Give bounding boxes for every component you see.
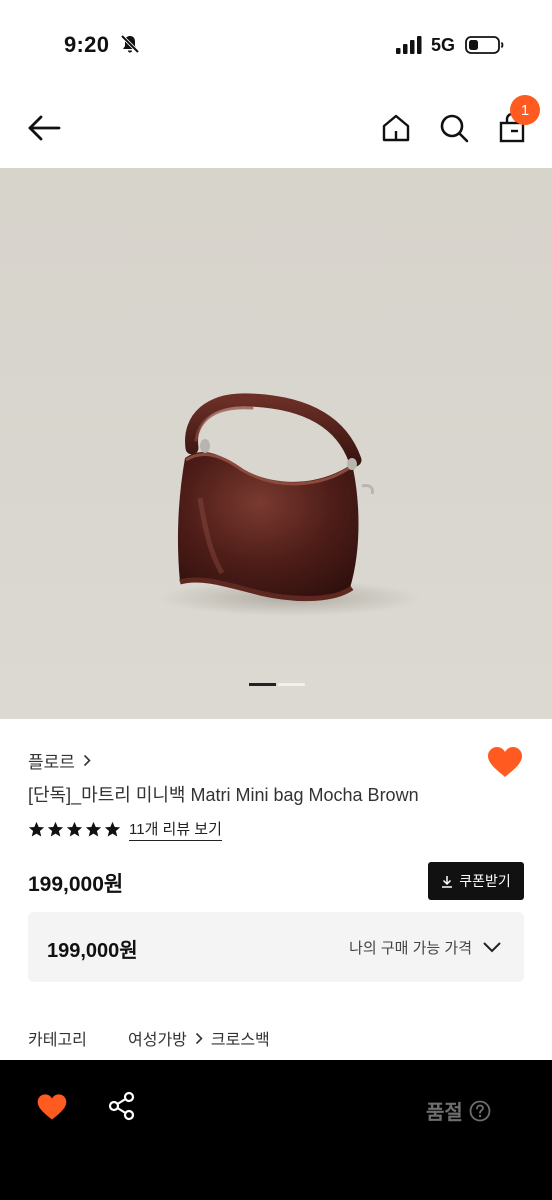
soldout-text: 품절	[426, 1102, 463, 1124]
home-icon	[382, 114, 410, 142]
product-title: [단독]_마트리 미니백 Matri Mini bag Mocha Brown	[28, 785, 419, 805]
cart-count-badge: 1	[510, 95, 540, 125]
star-icon	[104, 821, 121, 837]
heart-icon	[37, 1094, 67, 1120]
brand-name: 플로르	[28, 753, 75, 772]
coupon-button[interactable]: 쿠폰받기	[428, 862, 524, 900]
soldout-status[interactable]: 품절	[426, 1096, 491, 1125]
status-bar: 9:20 5G	[0, 0, 552, 90]
chevron-down-icon	[483, 942, 501, 953]
star-icon	[47, 821, 64, 837]
signal-icon	[396, 36, 422, 54]
bottom-wishlist-button[interactable]	[36, 1092, 68, 1122]
share-button[interactable]	[106, 1090, 138, 1122]
back-button[interactable]	[22, 106, 66, 150]
help-circle-icon	[469, 1100, 491, 1121]
category-link-level1[interactable]: 여성가방	[128, 1026, 187, 1050]
coupon-button-label: 쿠폰받기	[459, 873, 511, 889]
category-label: 카테고리	[28, 1032, 87, 1049]
star-icon	[66, 821, 83, 837]
search-icon	[440, 114, 469, 143]
battery-icon	[465, 35, 505, 55]
star-rating	[28, 821, 121, 838]
star-icon	[85, 821, 102, 837]
network-label: 5G	[431, 35, 456, 55]
home-button[interactable]	[374, 106, 418, 150]
my-price-box[interactable]: 199,000원 나의 구매 가능 가격	[28, 912, 524, 982]
product-price: 199,000원	[28, 873, 124, 896]
product-image-carousel[interactable]	[0, 168, 552, 719]
top-navigation	[0, 90, 552, 168]
search-button[interactable]	[432, 106, 476, 150]
my-price-label: 나의 구매 가능 가격	[349, 940, 472, 957]
back-arrow-icon	[28, 115, 61, 141]
product-image	[160, 393, 420, 616]
review-link[interactable]: 11개 리뷰 보기	[129, 818, 222, 841]
carousel-indicator	[249, 683, 305, 686]
my-price-value: 199,000원	[47, 940, 138, 962]
bell-slash-icon	[119, 33, 141, 55]
download-icon	[442, 875, 453, 888]
chevron-right-icon	[83, 754, 91, 767]
bottom-action-bar: 품절	[0, 1060, 552, 1200]
chevron-right-icon	[195, 1032, 203, 1045]
share-icon	[108, 1091, 135, 1121]
carousel-dot-active	[249, 683, 276, 686]
category-row: 카테고리 여성가방 크로스백	[28, 1026, 270, 1050]
brand-link[interactable]: 플로르	[28, 748, 91, 773]
carousel-dot	[278, 683, 305, 686]
star-icon	[28, 821, 45, 837]
category-link-level2[interactable]: 크로스백	[211, 1026, 270, 1050]
status-time: 9:20	[64, 32, 110, 57]
rating-row: 11개 리뷰 보기	[28, 818, 222, 841]
wishlist-button[interactable]	[486, 745, 524, 779]
heart-icon	[488, 747, 522, 777]
